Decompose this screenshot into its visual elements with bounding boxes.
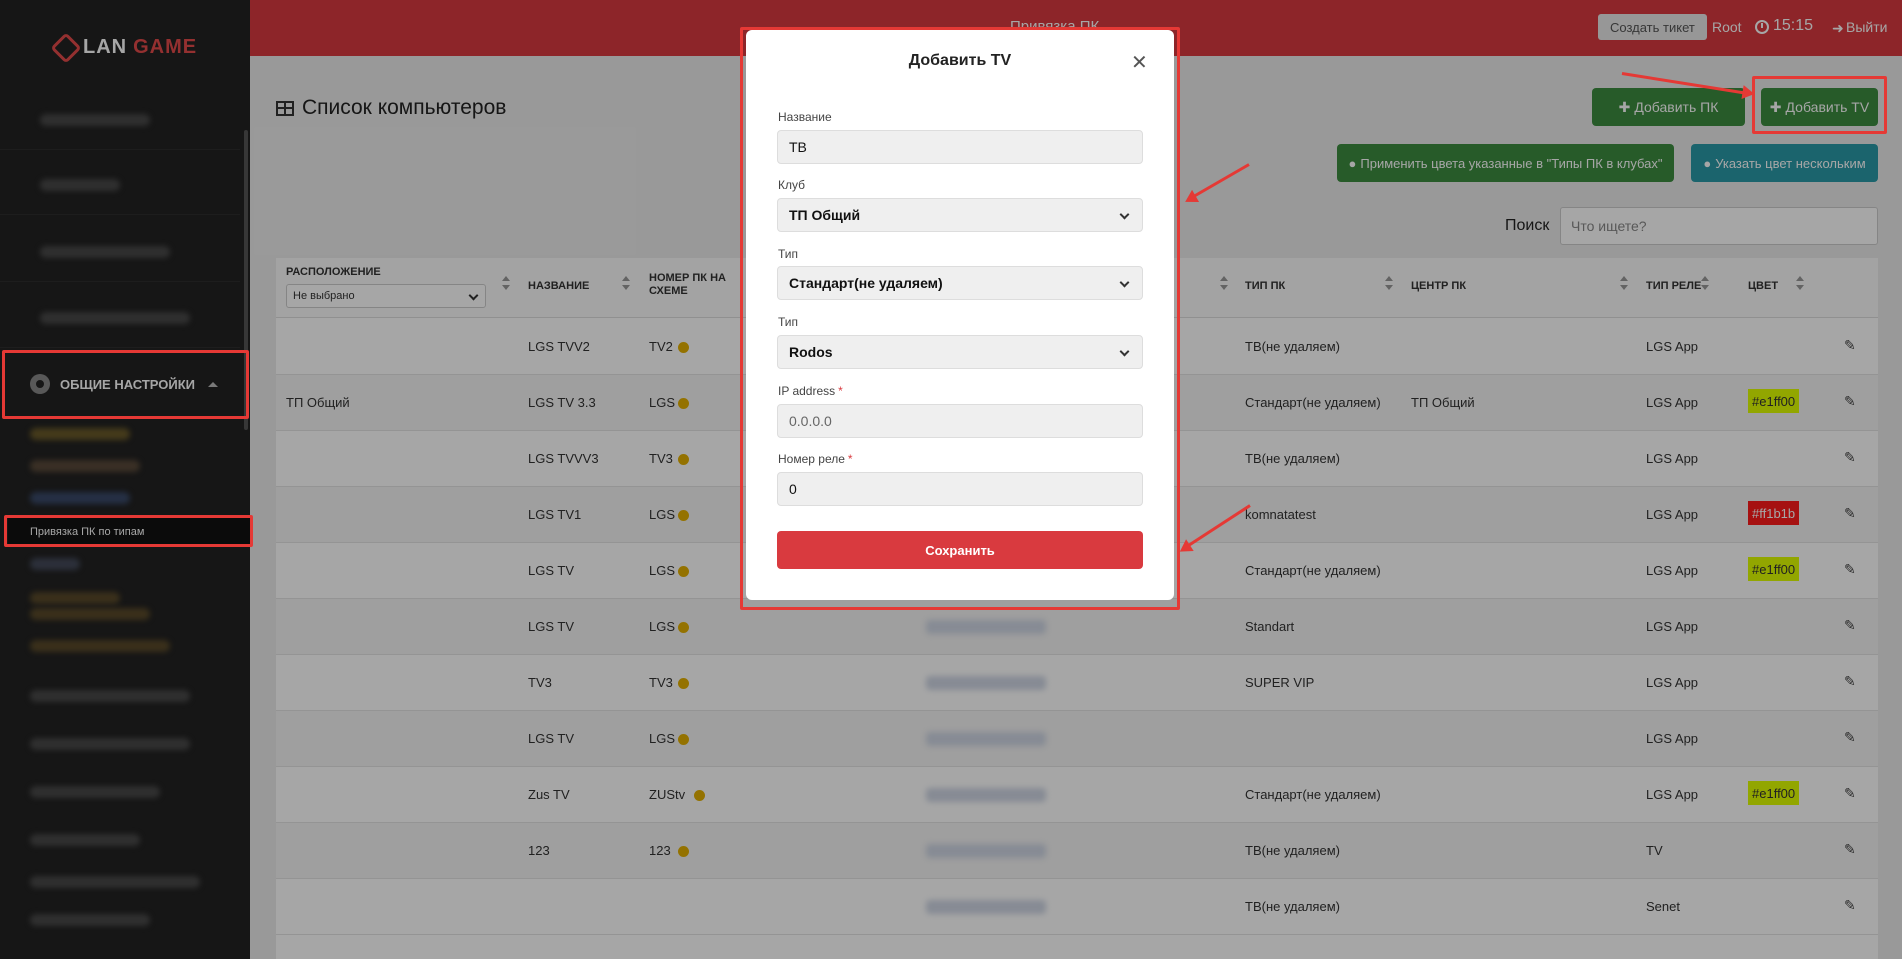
relay-type-label: Тип bbox=[778, 315, 799, 329]
type-select[interactable]: Стандарт(не удаляем) bbox=[777, 266, 1143, 300]
ip-label-text: IP address bbox=[778, 384, 836, 398]
relay-type-select[interactable]: Rodos bbox=[777, 335, 1143, 369]
add-tv-modal: Добавить TV ✕ Название ТВ Клуб ТП Общий … bbox=[746, 30, 1174, 600]
name-value: ТВ bbox=[789, 139, 807, 155]
chevron-down-icon bbox=[1119, 209, 1130, 220]
relay-number-field[interactable]: 0 bbox=[777, 472, 1143, 506]
modal-title: Добавить TV bbox=[908, 52, 1012, 69]
name-field[interactable]: ТВ bbox=[777, 130, 1143, 164]
ip-field[interactable]: 0.0.0.0 bbox=[777, 404, 1143, 438]
club-label: Клуб bbox=[778, 178, 805, 192]
ip-label: IP address * bbox=[778, 384, 843, 398]
relay-number-value: 0 bbox=[789, 481, 797, 497]
required-marker: * bbox=[838, 384, 843, 398]
name-label: Название bbox=[778, 110, 832, 124]
ip-placeholder: 0.0.0.0 bbox=[789, 413, 832, 429]
chevron-down-icon bbox=[1119, 277, 1130, 288]
chevron-down-icon bbox=[1119, 346, 1130, 357]
relay-label-text: Номер реле bbox=[778, 452, 845, 466]
close-icon[interactable]: ✕ bbox=[1131, 50, 1148, 75]
required-marker: * bbox=[847, 452, 853, 466]
save-button[interactable]: Сохранить bbox=[777, 531, 1143, 569]
club-select[interactable]: ТП Общий bbox=[777, 198, 1143, 232]
relay-type-value: Rodos bbox=[789, 344, 833, 360]
type-value: Стандарт(не удаляем) bbox=[789, 275, 943, 291]
relay-number-label: Номер реле * bbox=[778, 452, 853, 466]
club-value: ТП Общий bbox=[789, 207, 861, 223]
type-label: Тип bbox=[778, 247, 799, 261]
